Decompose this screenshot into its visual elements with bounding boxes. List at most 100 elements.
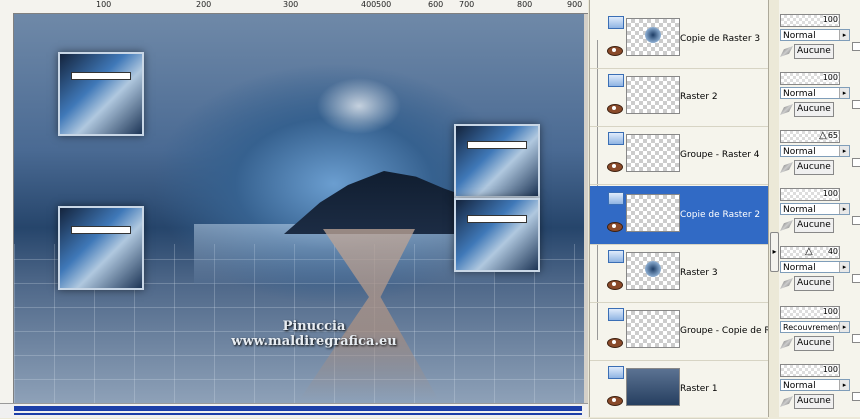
mask-brush-icon bbox=[780, 278, 793, 289]
lock-checkbox[interactable] bbox=[852, 274, 860, 283]
blend-mode-select[interactable]: Normal ▸ bbox=[780, 203, 850, 215]
layer-row-raster-2[interactable]: Raster 2 bbox=[590, 68, 768, 127]
opacity-value: 100 bbox=[822, 307, 838, 316]
opacity-marker-icon[interactable]: △ bbox=[805, 245, 813, 258]
layer-row-groupe-raster-4[interactable]: Groupe - Raster 4 bbox=[590, 126, 768, 185]
mask-value: Aucune bbox=[794, 160, 834, 175]
dropdown-arrow-icon[interactable]: ▸ bbox=[839, 30, 849, 40]
mask-control[interactable]: Aucune bbox=[780, 102, 836, 117]
collapse-arrow-icon[interactable]: ▸ bbox=[770, 232, 779, 272]
dropdown-arrow-icon[interactable]: ▸ bbox=[839, 322, 849, 332]
layer-props-row: 100 Normal ▸ Aucune bbox=[779, 350, 860, 409]
horizontal-scrollbar[interactable] bbox=[0, 403, 588, 418]
eye-icon[interactable] bbox=[607, 104, 623, 114]
mask-control[interactable]: Aucune bbox=[780, 276, 836, 291]
mask-brush-icon bbox=[780, 338, 793, 349]
mask-control[interactable]: Aucune bbox=[780, 336, 836, 351]
mask-control[interactable]: Aucune bbox=[780, 218, 836, 233]
layer-props-row: 100 Recouvrement ▸ Aucune bbox=[779, 292, 860, 351]
opacity-slider[interactable]: 100 bbox=[780, 364, 840, 377]
layer-visibility-icon[interactable] bbox=[608, 366, 624, 379]
layer-visibility-icon[interactable] bbox=[608, 132, 624, 145]
panel-splitter[interactable]: ▸ bbox=[768, 0, 779, 417]
opacity-slider[interactable]: 100 bbox=[780, 306, 840, 319]
watermark-url: www.maldiregrafica.eu bbox=[231, 334, 397, 349]
mask-value: Aucune bbox=[794, 336, 834, 351]
layer-props-row: 100 Normal ▸ Aucune bbox=[779, 174, 860, 233]
mask-brush-icon bbox=[780, 46, 793, 57]
document-image[interactable]: Pinuccia www.maldiregrafica.eu bbox=[14, 14, 584, 403]
watermark-author: Pinuccia bbox=[282, 319, 346, 334]
glass-cube-top-right bbox=[454, 124, 540, 198]
layer-visibility-icon[interactable] bbox=[608, 192, 624, 205]
lock-checkbox[interactable] bbox=[852, 42, 860, 51]
blend-mode-value: Normal bbox=[783, 381, 816, 391]
eye-icon[interactable] bbox=[607, 46, 623, 56]
mask-control[interactable]: Aucune bbox=[780, 44, 836, 59]
layer-props-row: 100 Normal ▸ Aucune bbox=[779, 58, 860, 117]
layer-visibility-icon[interactable] bbox=[608, 308, 624, 321]
dropdown-arrow-icon[interactable]: ▸ bbox=[839, 204, 849, 214]
layer-row-copie-de-raster-2[interactable]: Copie de Raster 2 bbox=[590, 186, 768, 245]
ruler-label: 300 bbox=[283, 0, 299, 9]
lock-checkbox[interactable] bbox=[852, 158, 860, 167]
opacity-value: 40 bbox=[827, 247, 838, 256]
layer-row-raster-1[interactable]: Raster 1 bbox=[590, 360, 768, 419]
scrollbar-thumb[interactable] bbox=[14, 406, 582, 411]
eye-icon[interactable] bbox=[607, 280, 623, 290]
blend-mode-select[interactable]: Normal ▸ bbox=[780, 379, 850, 391]
ruler-label: 100 bbox=[96, 0, 112, 9]
eye-icon[interactable] bbox=[607, 338, 623, 348]
lock-checkbox[interactable] bbox=[852, 334, 860, 343]
layer-props-row: 100 Normal ▸ Aucune bbox=[779, 0, 860, 59]
opacity-slider[interactable]: 100 bbox=[780, 72, 840, 85]
opacity-slider[interactable]: 100 bbox=[780, 188, 840, 201]
dropdown-arrow-icon[interactable]: ▸ bbox=[839, 146, 849, 156]
layer-visibility-icon[interactable] bbox=[608, 16, 624, 29]
ruler-label: 500 bbox=[376, 0, 392, 9]
layer-row-raster-3[interactable]: Raster 3 bbox=[590, 244, 768, 303]
blend-mode-select[interactable]: Normal ▸ bbox=[780, 87, 850, 99]
layer-row-copie-de-raster-3[interactable]: Copie de Raster 3 bbox=[590, 10, 768, 69]
opacity-slider[interactable]: 100 bbox=[780, 14, 840, 27]
layer-row-groupe-copie-de-ra[interactable]: Groupe - Copie de Ra bbox=[590, 302, 768, 361]
blend-mode-select[interactable]: Normal ▸ bbox=[780, 145, 850, 157]
layer-name: Raster 3 bbox=[680, 268, 718, 278]
layer-visibility-icon[interactable] bbox=[608, 250, 624, 263]
layer-name: Raster 1 bbox=[680, 384, 718, 394]
mask-control[interactable]: Aucune bbox=[780, 160, 836, 175]
opacity-slider[interactable]: △ 65 bbox=[780, 130, 840, 143]
opacity-marker-icon[interactable]: △ bbox=[819, 129, 827, 142]
blend-mode-value: Normal bbox=[783, 31, 816, 41]
eye-icon[interactable] bbox=[607, 222, 623, 232]
layer-name: Copie de Raster 2 bbox=[680, 210, 761, 220]
dropdown-arrow-icon[interactable]: ▸ bbox=[839, 380, 849, 390]
glass-cube-bottom-right bbox=[454, 198, 540, 272]
layer-thumbnail bbox=[626, 134, 680, 172]
layer-name: Copie de Raster 3 bbox=[680, 34, 761, 44]
mask-value: Aucune bbox=[794, 394, 834, 409]
blend-mode-value: Normal bbox=[783, 205, 816, 215]
eye-icon[interactable] bbox=[607, 396, 623, 406]
eye-icon[interactable] bbox=[607, 162, 623, 172]
layer-thumbnail bbox=[626, 310, 680, 348]
ruler-label: 200 bbox=[196, 0, 212, 9]
mask-value: Aucune bbox=[794, 276, 834, 291]
blend-mode-select[interactable]: Normal ▸ bbox=[780, 261, 850, 273]
dropdown-arrow-icon[interactable]: ▸ bbox=[839, 88, 849, 98]
layer-props-row: △ 65 Normal ▸ Aucune bbox=[779, 116, 860, 175]
lock-checkbox[interactable] bbox=[852, 216, 860, 225]
ruler-label: 900 bbox=[567, 0, 583, 9]
mask-control[interactable]: Aucune bbox=[780, 394, 836, 409]
opacity-value: 100 bbox=[822, 189, 838, 198]
lock-checkbox[interactable] bbox=[852, 392, 860, 401]
layer-visibility-icon[interactable] bbox=[608, 74, 624, 87]
opacity-slider[interactable]: △ 40 bbox=[780, 246, 840, 259]
layer-props-row: △ 40 Normal ▸ Aucune bbox=[779, 232, 860, 291]
glass-cube-top-left bbox=[58, 52, 144, 136]
blend-mode-select[interactable]: Normal ▸ bbox=[780, 29, 850, 41]
lock-checkbox[interactable] bbox=[852, 100, 860, 109]
dropdown-arrow-icon[interactable]: ▸ bbox=[839, 262, 849, 272]
canvas-area[interactable]: 100 200 300 400 500 600 700 800 900 Pinu… bbox=[0, 0, 588, 418]
blend-mode-select[interactable]: Recouvrement ▸ bbox=[780, 321, 850, 333]
